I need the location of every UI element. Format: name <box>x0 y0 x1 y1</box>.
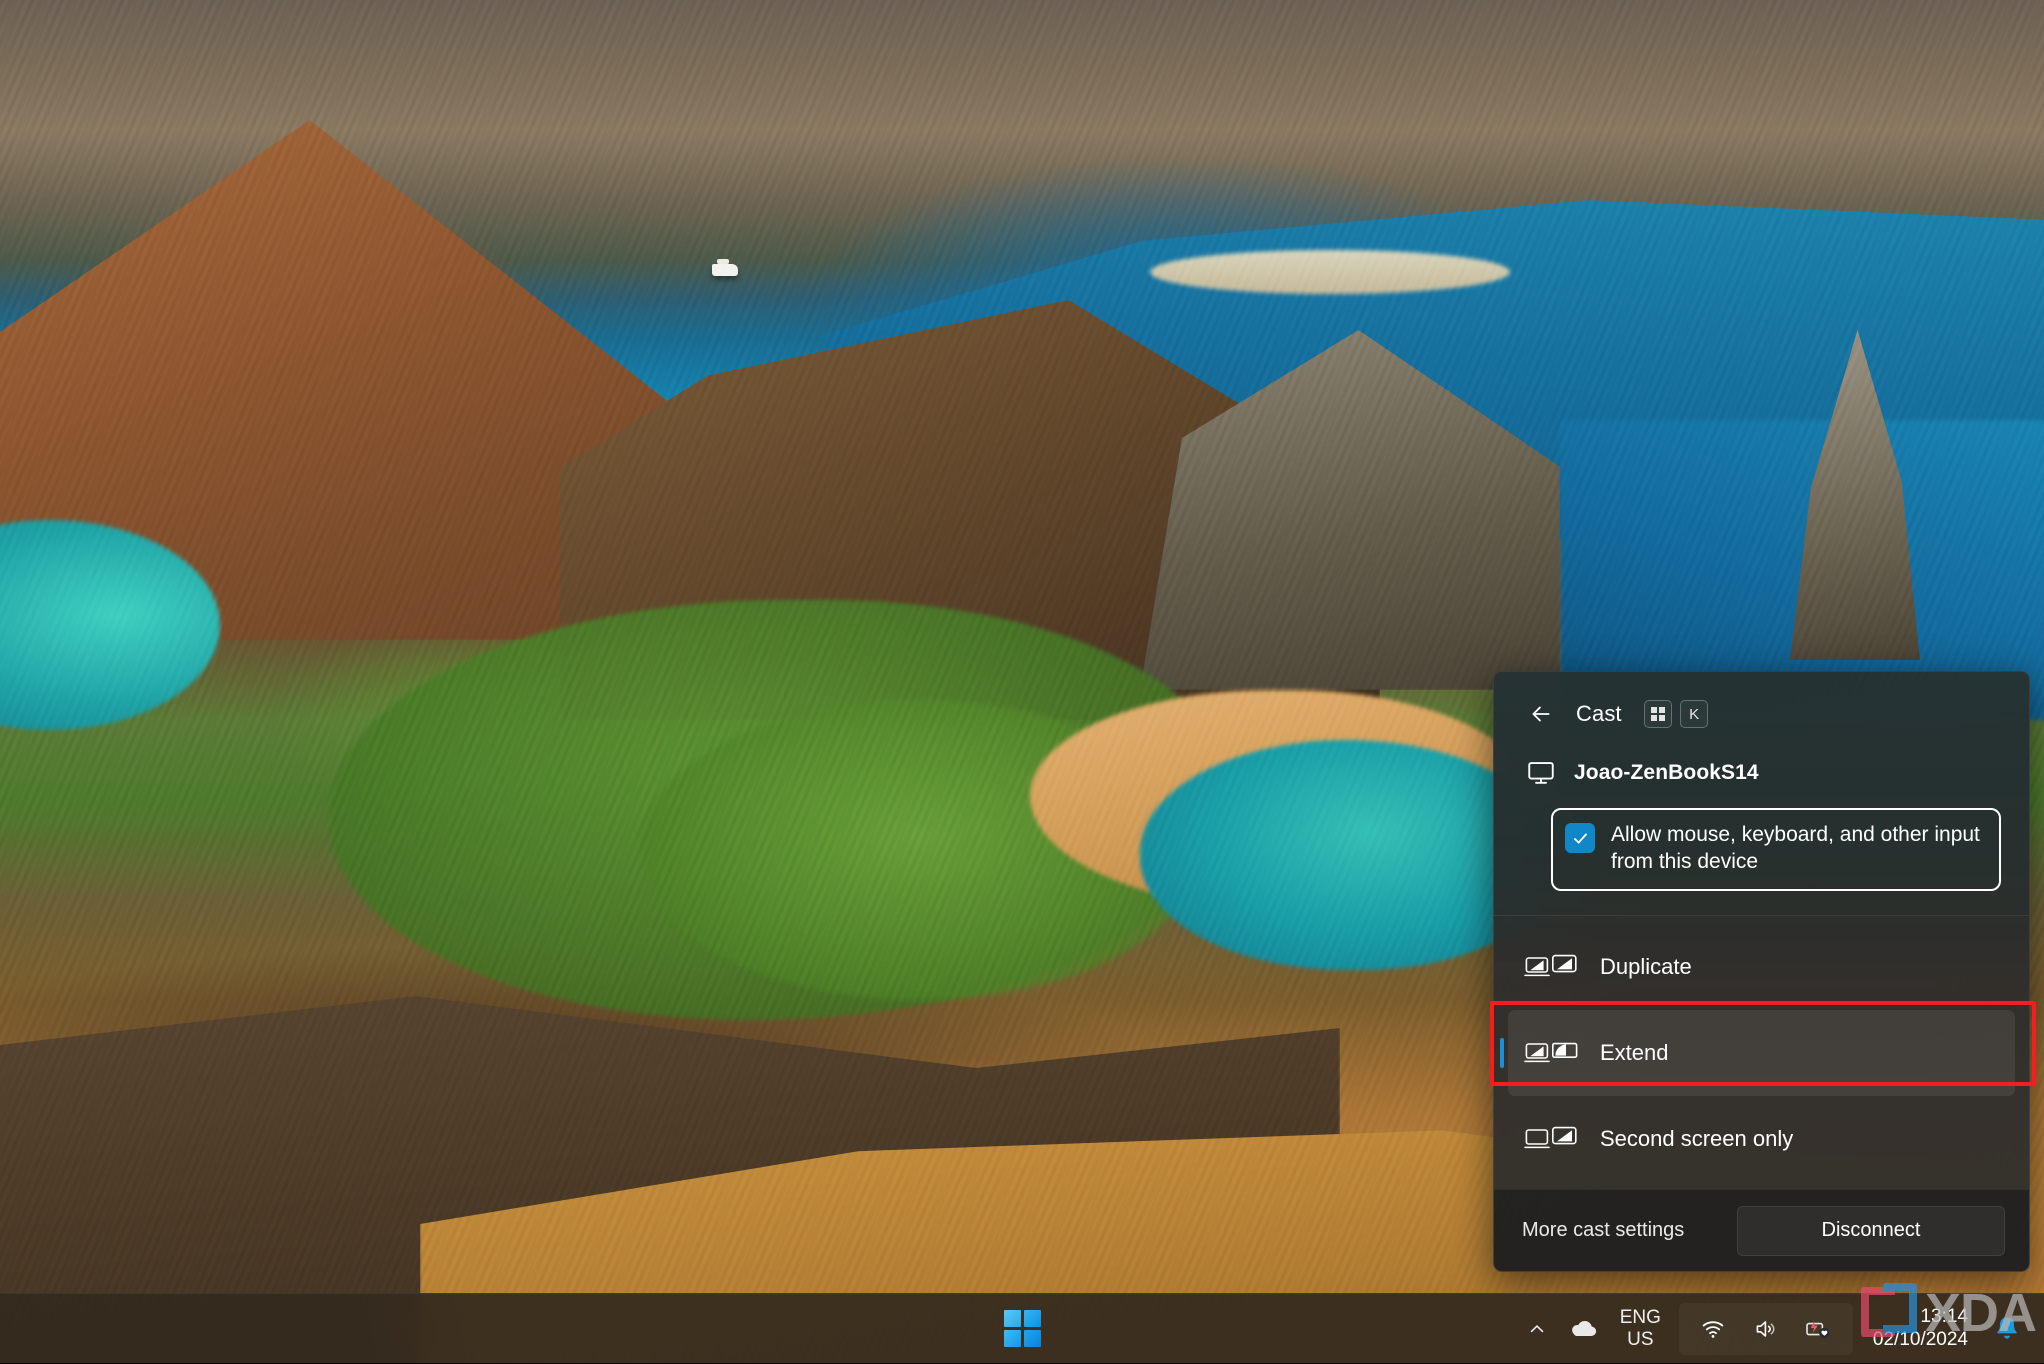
disconnect-button[interactable]: Disconnect <box>1737 1206 2005 1256</box>
more-cast-settings-link[interactable]: More cast settings <box>1522 1219 1684 1242</box>
battery-health-icon <box>1803 1317 1833 1341</box>
windows-logo-icon <box>1651 707 1666 722</box>
second-screen-only-icon <box>1524 1124 1578 1154</box>
system-tray[interactable]: ENG US <box>1516 1294 2032 1364</box>
projection-mode-duplicate[interactable]: Duplicate <box>1508 924 2015 1010</box>
windows-key-badge <box>1644 700 1673 728</box>
start-button[interactable] <box>996 1303 1048 1355</box>
wifi-icon <box>1699 1317 1727 1341</box>
bell-icon <box>1992 1314 2022 1344</box>
checkmark-icon <box>1571 829 1590 848</box>
cast-footer: More cast settings Disconnect <box>1494 1189 2029 1271</box>
onedrive-button[interactable] <box>1558 1303 1608 1355</box>
projection-mode-label: Duplicate <box>1600 954 1692 980</box>
duplicate-displays-icon <box>1524 952 1578 982</box>
allow-input-label: Allow mouse, keyboard, and other input f… <box>1611 821 1985 876</box>
projection-mode-label: Extend <box>1600 1040 1669 1066</box>
onedrive-cloud-icon <box>1568 1318 1598 1340</box>
extend-displays-icon <box>1524 1038 1578 1068</box>
back-arrow-icon <box>1528 701 1554 727</box>
back-button[interactable] <box>1524 697 1558 731</box>
cast-header: Cast K <box>1494 672 2029 734</box>
quick-settings-button[interactable] <box>1679 1303 1853 1355</box>
battery-icon-wrap <box>1793 1303 1843 1355</box>
allow-input-checkbox[interactable] <box>1565 823 1595 853</box>
cast-flyout-panel[interactable]: Cast K Joao-ZenBookS14 <box>1493 671 2030 1272</box>
volume-icon-wrap <box>1741 1303 1789 1355</box>
projection-mode-second-screen-only[interactable]: Second screen only <box>1508 1096 2015 1182</box>
clock-date: 02/10/2024 <box>1873 1329 1968 1351</box>
connected-device-row: Joao-ZenBookS14 <box>1494 734 2029 790</box>
monitor-icon <box>1526 758 1556 788</box>
tray-overflow-button[interactable] <box>1516 1303 1558 1355</box>
chevron-up-icon <box>1526 1318 1548 1340</box>
projection-mode-list: Duplicate Extend <box>1494 916 2029 1182</box>
projection-mode-label: Second screen only <box>1600 1126 1793 1152</box>
clock-time: 13:14 <box>1920 1306 1968 1328</box>
letter-k-key-badge: K <box>1680 700 1708 728</box>
language-indicator[interactable]: ENG US <box>1608 1307 1673 1350</box>
clock-button[interactable]: 13:14 02/10/2024 <box>1859 1303 1982 1355</box>
device-name: Joao-ZenBookS14 <box>1574 761 1759 785</box>
language-line2: US <box>1627 1329 1653 1350</box>
taskbar[interactable]: ENG US <box>0 1293 2044 1363</box>
wifi-icon-wrap <box>1689 1303 1737 1355</box>
speaker-icon <box>1751 1317 1779 1341</box>
keyboard-shortcut-group: K <box>1644 700 1709 728</box>
selection-accent-bar <box>1500 1038 1504 1068</box>
cast-title: Cast <box>1576 701 1622 727</box>
windows-start-icon <box>1004 1310 1041 1347</box>
notifications-button[interactable] <box>1982 1314 2032 1344</box>
language-line1: ENG <box>1620 1307 1661 1328</box>
projection-mode-extend[interactable]: Extend <box>1508 1010 2015 1096</box>
allow-input-checkbox-row[interactable]: Allow mouse, keyboard, and other input f… <box>1551 808 2001 891</box>
